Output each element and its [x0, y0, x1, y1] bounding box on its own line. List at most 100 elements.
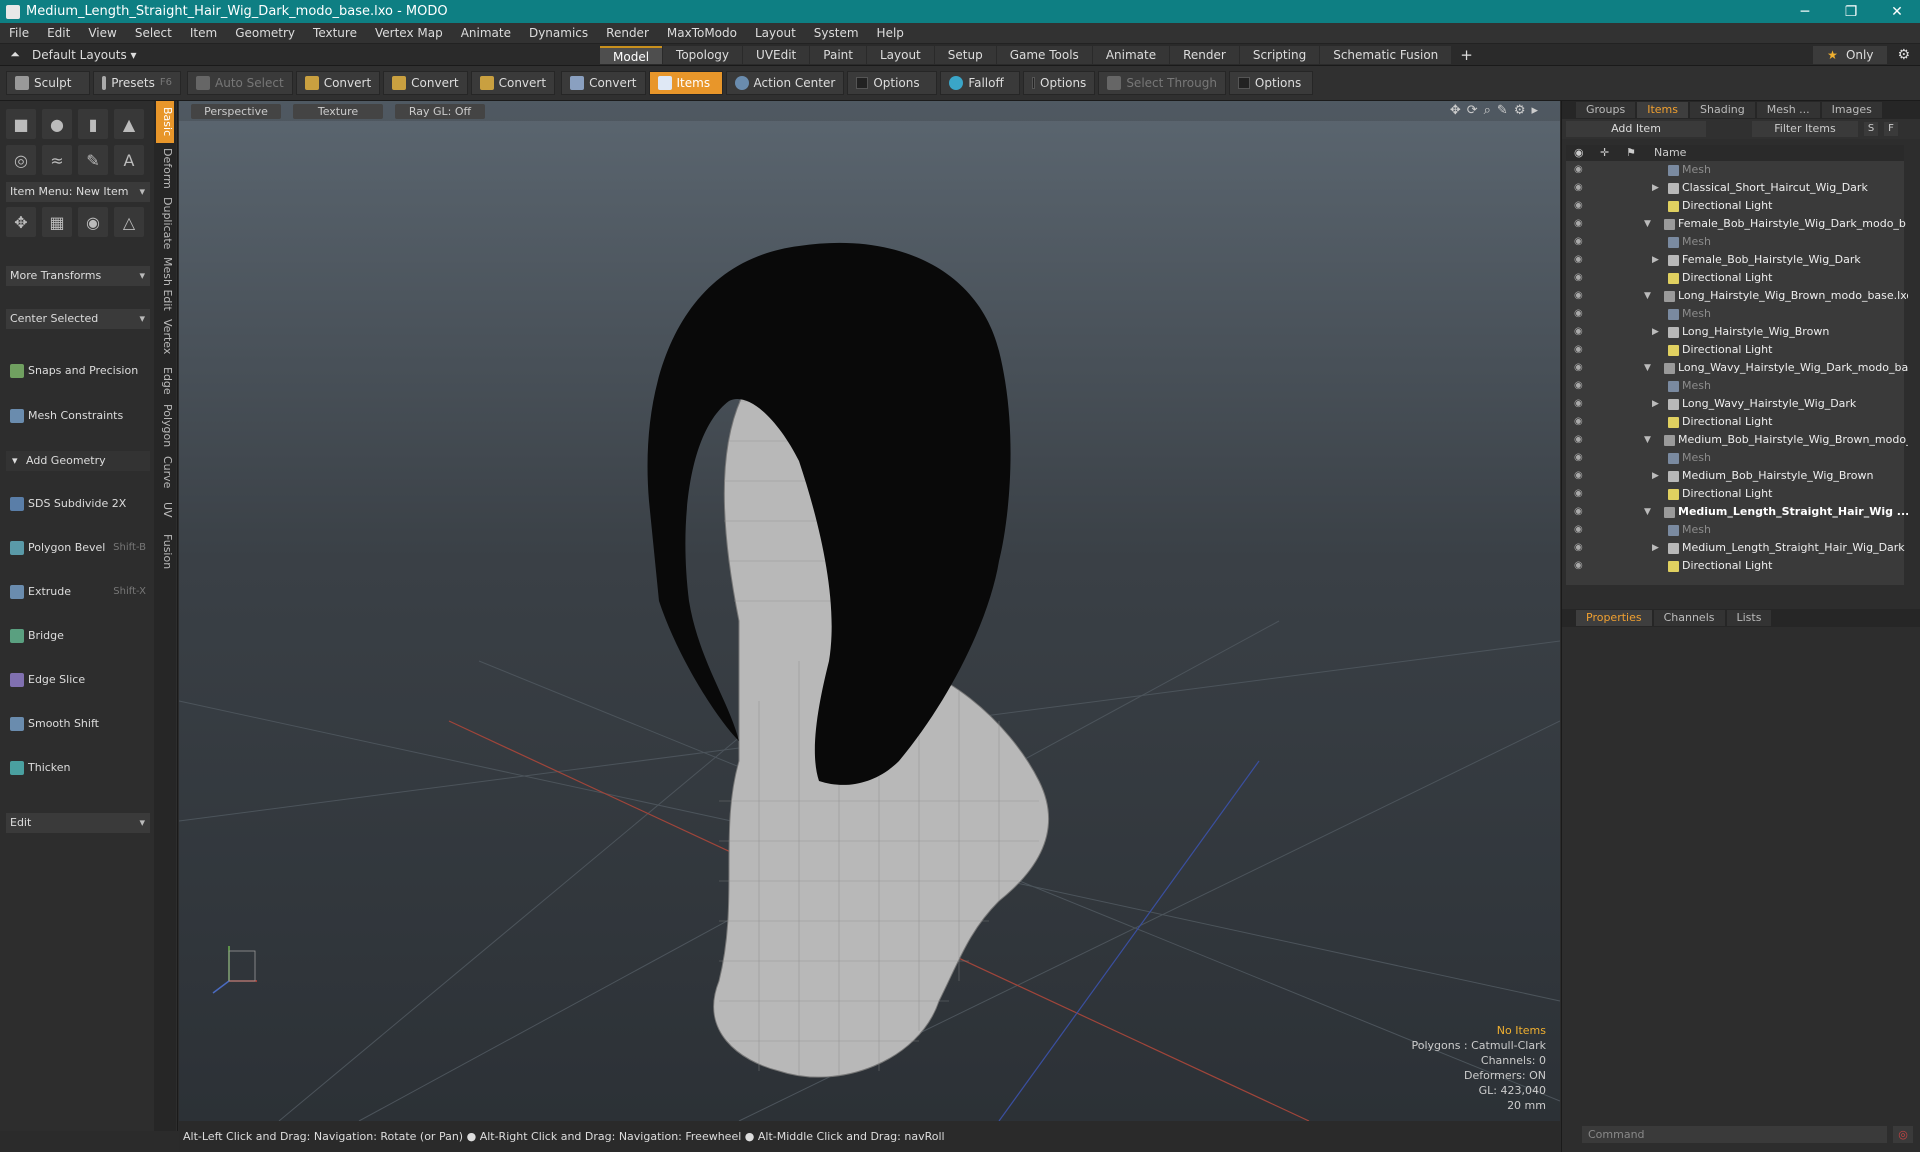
viewport-nav-icons[interactable]: ✥⟳⌕✎⚙▸ [1450, 103, 1544, 118]
tree-row-group[interactable]: ◉ ▶ Medium_Bob_Hairstyle_Wig_Brown [1566, 467, 1904, 485]
menu-item[interactable]: Item [181, 26, 226, 40]
close-button[interactable]: ✕ [1874, 4, 1920, 20]
menu-texture[interactable]: Texture [304, 26, 366, 40]
minimize-button[interactable]: ─ [1782, 4, 1828, 20]
convert-edges-button[interactable]: Convert [383, 71, 468, 95]
falloff-options-button[interactable]: Options [1023, 71, 1096, 95]
visibility-eye-icon[interactable]: ◉ [1574, 326, 1586, 338]
globe-icon[interactable]: ◉ [78, 207, 108, 237]
convert-polygons-button[interactable]: Convert [470, 71, 556, 95]
add-item-dropdown[interactable]: Add Item [1566, 121, 1706, 137]
visibility-eye-icon[interactable]: ◉ [1574, 218, 1586, 230]
visibility-eye-icon[interactable]: ◉ [1574, 308, 1586, 320]
add-geometry-section[interactable]: Add Geometry [6, 451, 150, 471]
snaps-precision-button[interactable]: Snaps and Precision [6, 360, 150, 382]
tree-row-light[interactable]: ◉ Directional Light [1566, 197, 1904, 215]
tree-row-mesh[interactable]: ◉ Mesh [1566, 449, 1904, 467]
panel-tab-shading[interactable]: Shading [1690, 102, 1755, 118]
text-icon[interactable]: A [114, 145, 144, 175]
visibility-eye-icon[interactable]: ◉ [1574, 542, 1586, 554]
items-mode-button[interactable]: Items [648, 71, 723, 95]
3d-viewport[interactable]: Perspective Texture Ray GL: Off ✥⟳⌕✎⚙▸ N… [179, 101, 1560, 1121]
visibility-eye-icon[interactable]: ◉ [1574, 200, 1586, 212]
vtab-mesh-edit[interactable]: Mesh Edit [156, 256, 174, 311]
menu-render[interactable]: Render [597, 26, 658, 40]
raygl-toggle[interactable]: Ray GL: Off [395, 103, 485, 119]
command-record-icon[interactable]: ◎ [1893, 1126, 1913, 1143]
visibility-eye-icon[interactable]: ◉ [1574, 506, 1586, 518]
search-s-button[interactable]: S [1864, 122, 1878, 136]
tree-row-light[interactable]: ◉ Directional Light [1566, 341, 1904, 359]
grid-icon[interactable]: ▦ [42, 207, 72, 237]
menu-dynamics[interactable]: Dynamics [520, 26, 597, 40]
visibility-eye-icon[interactable]: ◉ [1574, 470, 1586, 482]
torus-icon[interactable]: ◎ [6, 145, 36, 175]
vtab-curve[interactable]: Curve [156, 453, 174, 491]
visibility-eye-icon[interactable]: ◉ [1574, 254, 1586, 266]
tree-row-light[interactable]: ◉ Directional Light [1566, 557, 1904, 575]
auto-select-button[interactable]: Auto Select [187, 71, 293, 95]
collapse-arrow-icon[interactable]: ▼ [1644, 359, 1651, 377]
layout-tab-uvedit[interactable]: UVEdit [743, 45, 810, 64]
visibility-eye-icon[interactable]: ◉ [1574, 488, 1586, 500]
layout-tab-topology[interactable]: Topology [663, 45, 743, 64]
tree-row-group[interactable]: ◉ ▶ Long_Hairstyle_Wig_Brown [1566, 323, 1904, 341]
tool-polygon-bevel[interactable]: Polygon Bevel Shift-B [6, 537, 150, 559]
layout-tab-render[interactable]: Render [1170, 45, 1239, 64]
tool-extrude[interactable]: Extrude Shift-X [6, 581, 150, 603]
menu-vertex-map[interactable]: Vertex Map [366, 26, 452, 40]
mesh-constraints-button[interactable]: Mesh Constraints [6, 405, 150, 427]
menu-select[interactable]: Select [126, 26, 181, 40]
expand-arrow-icon[interactable]: ▶ [1652, 251, 1659, 269]
tree-row-mesh[interactable]: ◉ Mesh [1566, 521, 1904, 539]
vtab-basic[interactable]: Basic [156, 101, 174, 143]
center-selected-dropdown[interactable]: Center Selected [6, 309, 150, 329]
visibility-eye-icon[interactable]: ◉ [1574, 182, 1586, 194]
layout-tab-paint[interactable]: Paint [810, 45, 866, 64]
filter-f-button[interactable]: F [1884, 122, 1898, 136]
edit-dropdown[interactable]: Edit [6, 813, 150, 833]
presets-button[interactable]: Presets F6 [93, 71, 181, 95]
vtab-uv[interactable]: UV [156, 496, 174, 524]
collapse-arrow-icon[interactable]: ▼ [1644, 287, 1651, 305]
tree-row-mesh[interactable]: ◉ Mesh [1566, 161, 1904, 179]
tree-row-scene[interactable]: ◉ ▼ Long_Wavy_Hairstyle_Wig_Dark_modo_ba..… [1566, 359, 1908, 377]
visibility-eye-icon[interactable]: ◉ [1574, 452, 1586, 464]
expand-arrow-icon[interactable]: ▶ [1652, 179, 1659, 197]
options-checkbox-3[interactable] [1237, 77, 1250, 89]
tool-edge-slice[interactable]: Edge Slice [6, 669, 150, 691]
visibility-eye-icon[interactable]: ◉ [1574, 524, 1586, 536]
visibility-eye-icon[interactable]: ◉ [1574, 398, 1586, 410]
collapse-arrow-icon[interactable]: ▼ [1644, 503, 1651, 521]
only-button[interactable]: ★ Only [1813, 45, 1888, 64]
visibility-eye-icon[interactable]: ◉ [1574, 236, 1586, 248]
tree-row-light[interactable]: ◉ Directional Light [1566, 413, 1904, 431]
select-through-options-button[interactable]: Options [1228, 71, 1313, 95]
visibility-eye-icon[interactable]: ◉ [1574, 416, 1586, 428]
tool-smooth-shift[interactable]: Smooth Shift [6, 713, 150, 735]
view-type-dropdown[interactable]: Perspective [191, 103, 281, 119]
vtab-duplicate[interactable]: Duplicate [156, 196, 174, 251]
settings-gear-icon[interactable]: ⚙ [1887, 47, 1920, 63]
filter-items-input[interactable]: Filter Items [1752, 121, 1858, 137]
action-center-button[interactable]: Action Center [725, 71, 845, 95]
cone-icon[interactable]: ▲ [114, 109, 144, 139]
name-column-header[interactable]: Name [1654, 145, 1686, 161]
menu-edit[interactable]: Edit [38, 26, 79, 40]
tree-row-mesh[interactable]: ◉ Mesh [1566, 233, 1904, 251]
command-input[interactable]: Command [1582, 1126, 1887, 1143]
transform-gizmo-icon[interactable]: ✥ [6, 207, 36, 237]
sculpt-button[interactable]: Sculpt [6, 71, 90, 95]
visibility-eye-icon[interactable]: ◉ [1574, 164, 1586, 176]
restore-button[interactable]: ❐ [1828, 4, 1874, 20]
visibility-eye-icon[interactable]: ◉ [1574, 344, 1586, 356]
tree-row-scene[interactable]: ◉ ▼ Medium_Length_Straight_Hair_Wig ... [1566, 503, 1908, 521]
menu-geometry[interactable]: Geometry [226, 26, 304, 40]
menu-file[interactable]: File [0, 26, 38, 40]
tube-icon[interactable]: ≈ [42, 145, 72, 175]
menu-layout[interactable]: Layout [746, 26, 805, 40]
layout-tab-schematic-fusion[interactable]: Schematic Fusion [1320, 45, 1452, 64]
visibility-eye-icon[interactable]: ◉ [1574, 272, 1586, 284]
tool-sds-subdivide-2x[interactable]: SDS Subdivide 2X [6, 493, 150, 515]
sphere-icon[interactable]: ● [42, 109, 72, 139]
